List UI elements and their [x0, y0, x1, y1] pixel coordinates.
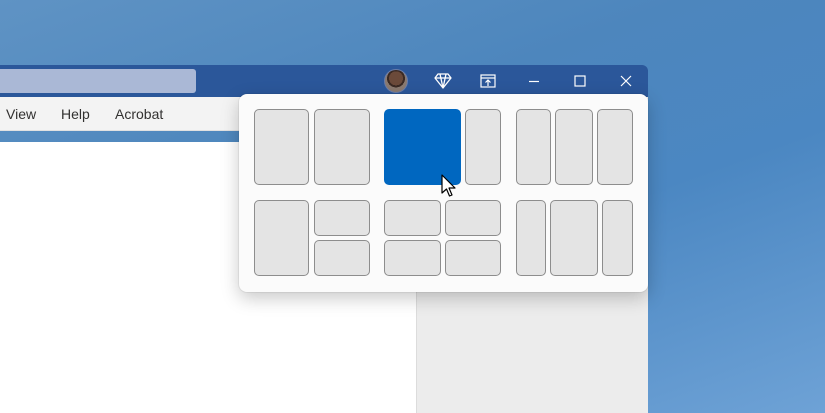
title-search-box[interactable]	[0, 69, 196, 93]
pin-window-icon[interactable]	[470, 65, 506, 97]
menu-item-acrobat[interactable]: Acrobat	[115, 106, 163, 122]
snap-zone[interactable]	[597, 109, 633, 185]
snap-zone[interactable]	[314, 109, 370, 185]
user-avatar[interactable]	[384, 69, 408, 93]
menu-item-view[interactable]: View	[6, 106, 36, 122]
close-icon[interactable]	[608, 65, 644, 97]
snap-zone[interactable]	[516, 200, 546, 276]
snap-zone[interactable]	[254, 200, 309, 276]
snap-zone[interactable]	[555, 109, 593, 185]
snap-zone[interactable]	[314, 200, 370, 236]
snap-zone[interactable]	[384, 240, 441, 276]
snap-zone[interactable]	[550, 200, 598, 276]
snap-zone[interactable]	[384, 200, 441, 236]
title-bar[interactable]	[0, 65, 648, 97]
snap-zone[interactable]	[516, 109, 551, 185]
mouse-pointer-icon	[441, 174, 456, 197]
snap-zone[interactable]	[445, 240, 501, 276]
snap-zone[interactable]	[465, 109, 501, 185]
diamond-icon[interactable]	[425, 65, 461, 97]
maximize-icon[interactable]	[562, 65, 598, 97]
minimize-icon[interactable]	[516, 65, 552, 97]
snap-zone[interactable]	[254, 109, 309, 185]
snap-zone[interactable]	[314, 240, 370, 276]
menu-item-help[interactable]: Help	[61, 106, 90, 122]
snap-zone[interactable]	[602, 200, 633, 276]
snap-zone[interactable]	[445, 200, 501, 236]
